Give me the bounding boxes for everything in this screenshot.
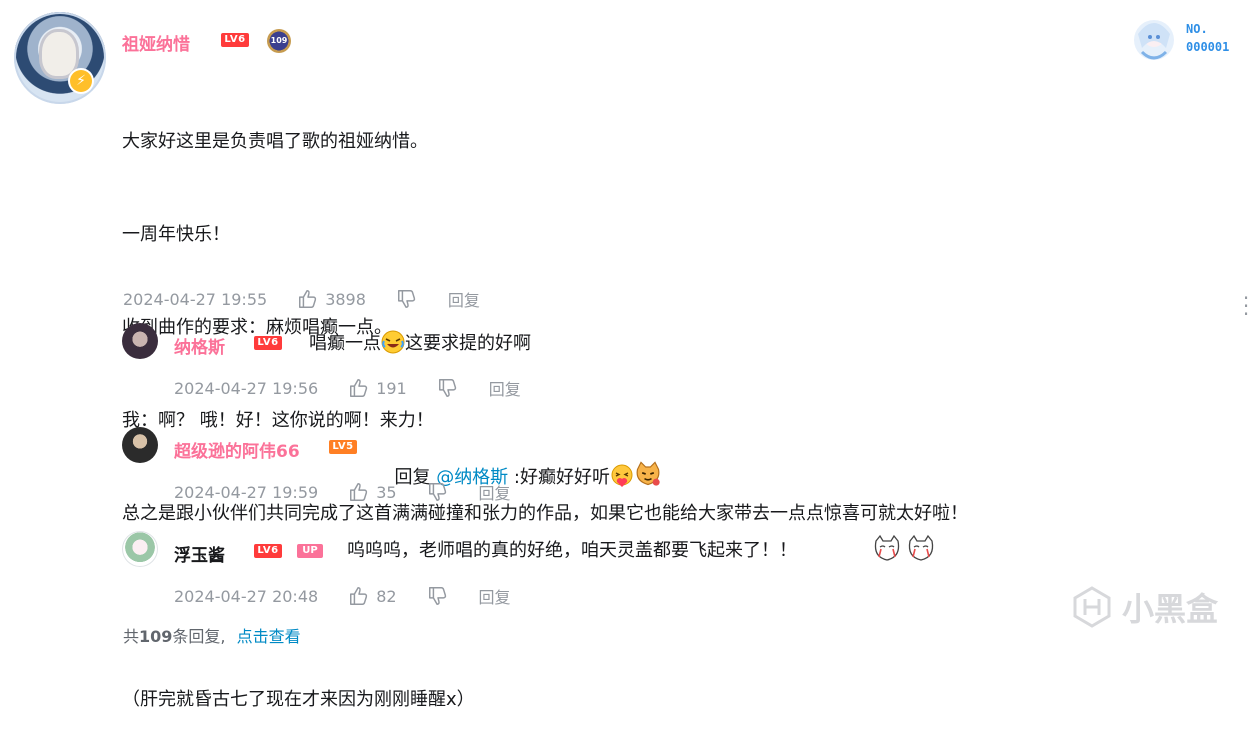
reply-text: 唱癫一点 xyxy=(309,333,381,354)
comment-username[interactable]: 祖娅纳惜 xyxy=(122,30,190,55)
reply-content: 唱癫一点 这要求提的好啊 xyxy=(309,330,531,357)
like-count: 3898 xyxy=(325,289,366,309)
reply-avatar[interactable] xyxy=(122,531,158,567)
collection-badge[interactable]: NO. 000001 xyxy=(1126,14,1246,64)
reply-time: 2024-04-27 20:48 xyxy=(174,586,319,606)
crying-sticker-icon xyxy=(874,534,900,561)
total-prefix: 共 xyxy=(123,627,140,646)
like-icon[interactable] xyxy=(348,481,370,503)
charge-badge-icon: ⚡ xyxy=(70,70,92,92)
reply-meta: 2024-04-27 20:48 82 回复 xyxy=(174,584,511,608)
like-count: 191 xyxy=(376,378,407,398)
like-icon[interactable] xyxy=(348,377,370,399)
reply-text: :好癫好好听 xyxy=(508,467,610,488)
reply-summary: 共109条回复, 点击查看 xyxy=(123,623,301,647)
comment-line: （肝完就昏古七了现在才来因为刚刚睡醒x） xyxy=(122,689,475,710)
user-avatar[interactable]: ⚡ xyxy=(14,12,106,104)
level-badge: LV6 xyxy=(221,33,249,47)
comment-line: 大家好这里是负责唱了歌的祖娅纳惜。 xyxy=(122,131,428,152)
reply-text: 呜呜呜，老师唱的真的好绝，咱天灵盖都要飞起来了！！ xyxy=(347,540,797,561)
reply-username[interactable]: 纳格斯 xyxy=(174,333,225,358)
collection-no-value: 000001 xyxy=(1186,40,1230,54)
reply-meta: 2024-04-27 19:56 191 回复 xyxy=(174,376,521,400)
reply-time: 2024-04-27 19:56 xyxy=(174,378,319,398)
fan-medal-icon[interactable]: 109 xyxy=(267,29,291,53)
reply-content: 呜呜呜，老师唱的真的好绝，咱天灵盖都要飞起来了！！ xyxy=(347,538,797,564)
uploader-badge: UP xyxy=(297,544,323,558)
dislike-icon[interactable] xyxy=(427,585,449,607)
reply-button[interactable]: 回复 xyxy=(448,287,480,311)
watermark: 小黑盒 xyxy=(1070,584,1218,630)
dislike-icon[interactable] xyxy=(396,288,418,310)
laugh-cry-emoji-icon xyxy=(381,330,405,354)
cat-emoji-icon xyxy=(636,461,660,486)
reply-username[interactable]: 浮玉酱 xyxy=(174,541,225,566)
level-badge: LV6 xyxy=(254,544,282,558)
like-count: 35 xyxy=(376,482,397,502)
reply-avatar[interactable] xyxy=(122,427,158,463)
crying-sticker-icon xyxy=(908,534,934,561)
view-all-replies-link[interactable]: 点击查看 xyxy=(237,627,301,646)
heart-face-emoji-icon xyxy=(611,464,633,487)
dislike-icon[interactable] xyxy=(437,377,459,399)
like-icon[interactable] xyxy=(348,585,370,607)
reply-text: 这要求提的好啊 xyxy=(405,333,531,354)
like-icon[interactable] xyxy=(297,288,319,310)
total-suffix: 条回复, xyxy=(172,627,226,646)
comment-time: 2024-04-27 19:55 xyxy=(123,289,268,309)
level-badge: LV5 xyxy=(329,440,357,454)
total-count: 109 xyxy=(139,627,173,646)
reply-button[interactable]: 回复 xyxy=(479,480,511,504)
reply-button[interactable]: 回复 xyxy=(489,376,521,400)
comment-line: 收到曲作的要求：麻烦唱癫一点。 xyxy=(122,317,392,338)
sticker-group xyxy=(872,533,936,563)
reply-button[interactable]: 回复 xyxy=(479,584,511,608)
reply-meta: 2024-04-27 19:59 35 回复 xyxy=(174,480,511,504)
watermark-text: 小黑盒 xyxy=(1122,590,1219,628)
collection-no-label: NO. xyxy=(1186,22,1208,36)
comment-meta: 2024-04-27 19:55 3898 回复 xyxy=(123,287,480,311)
heybox-logo-icon xyxy=(1073,586,1111,628)
comment-line: 一周年快乐！ xyxy=(122,224,230,245)
avatar-figure xyxy=(42,32,76,76)
more-options-icon[interactable]: · · · xyxy=(1240,288,1252,324)
reply-time: 2024-04-27 19:59 xyxy=(174,482,319,502)
comment-line: 我：啊？ 哦！好！这你说的啊！来力！ xyxy=(122,410,434,431)
level-badge: LV6 xyxy=(254,336,282,350)
anime-character-icon xyxy=(1134,20,1174,60)
reply-username[interactable]: 超级逊的阿伟66 xyxy=(174,437,300,462)
reply-avatar[interactable] xyxy=(122,323,158,359)
dislike-icon[interactable] xyxy=(427,481,449,503)
like-count: 82 xyxy=(376,586,397,606)
